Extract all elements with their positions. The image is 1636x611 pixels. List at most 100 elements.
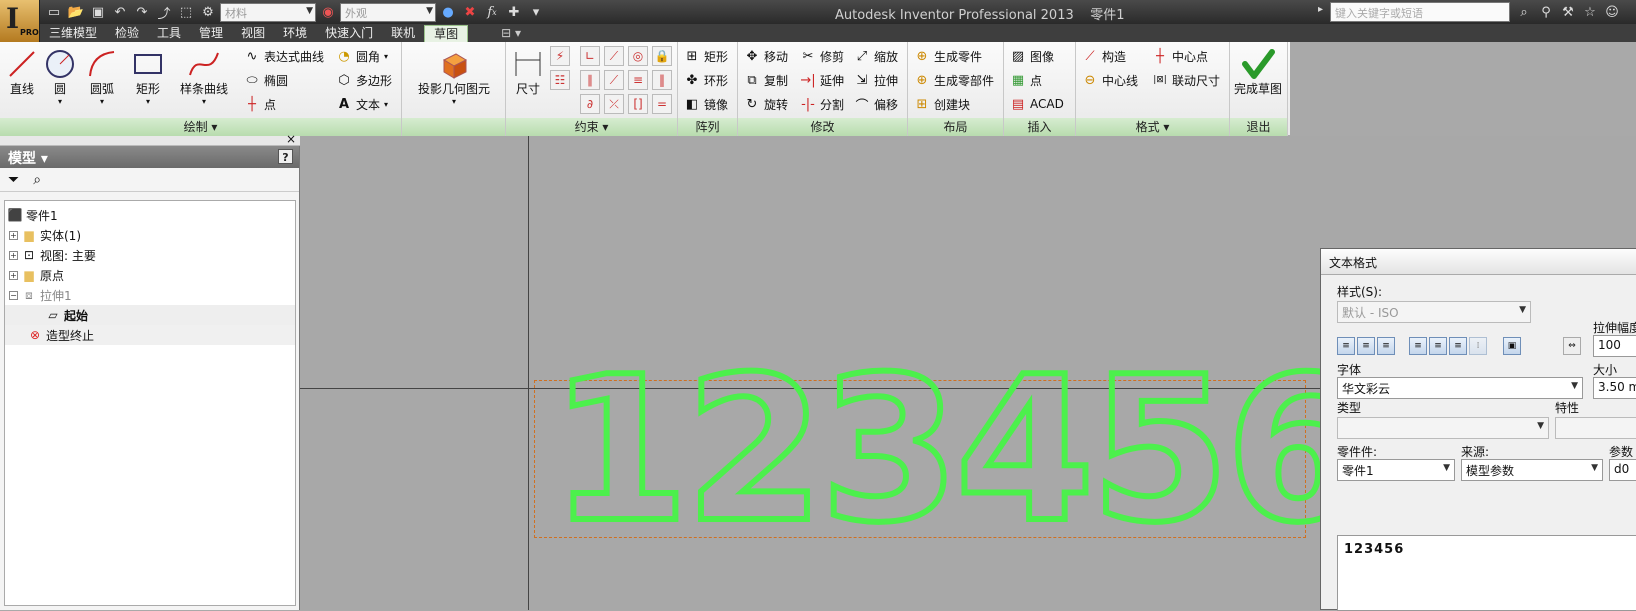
tab-tools[interactable]: 工具 xyxy=(148,25,190,42)
sketch-text-outline[interactable]: 123456 xyxy=(547,343,1368,559)
smooth-icon[interactable]: ∂ xyxy=(580,94,600,114)
rotate-button[interactable]: ↻ 旋转 xyxy=(744,94,788,114)
split-button[interactable]: -|- 分割 xyxy=(800,94,844,114)
expand-icon[interactable]: + xyxy=(9,230,18,240)
finish-sketch-button[interactable]: 完成草图 xyxy=(1234,48,1282,97)
binoculars-icon[interactable]: ⌕ xyxy=(1514,2,1534,22)
circle-button[interactable]: 圆 ▾ xyxy=(42,48,78,106)
make-part-button[interactable]: ⊕ 生成零件 xyxy=(914,46,982,66)
tree-node-view[interactable]: + ⊡ 视图: 主要 xyxy=(9,245,96,265)
insert-image-button[interactable]: ▨ 图像 xyxy=(1010,46,1054,66)
find-icon[interactable]: ⌕ xyxy=(33,172,41,188)
auto-dimension-icon[interactable]: ⚡ xyxy=(550,46,570,66)
line-button[interactable]: 直线 xyxy=(4,48,40,97)
offset-button[interactable]: ⌒ 偏移 xyxy=(854,94,898,114)
tab-manage[interactable]: 管理 xyxy=(190,25,232,42)
rectangle-button[interactable]: 矩形 ▾ xyxy=(130,48,166,106)
arc-button[interactable]: 圆弧 ▾ xyxy=(84,48,120,106)
appearance-icon[interactable]: ◉ xyxy=(318,2,338,22)
return-icon[interactable]: ⤴ xyxy=(154,2,174,22)
close-icon[interactable]: × xyxy=(286,132,296,146)
tangent-icon[interactable]: ⟋ xyxy=(604,70,624,90)
centerline-button[interactable]: ⊖ 中心线 xyxy=(1082,70,1138,90)
tree-node-sketch[interactable]: ▱ 起始 xyxy=(5,305,295,325)
perpendicular-icon[interactable]: ∟ xyxy=(580,46,600,66)
equal-icon[interactable]: = xyxy=(652,94,672,114)
fit-text-button[interactable]: ▣ xyxy=(1503,337,1521,355)
align-middle-button[interactable]: ≡ xyxy=(1429,337,1447,355)
text-button[interactable]: A 文本 ▾ xyxy=(336,94,388,114)
tab-inspect[interactable]: 检验 xyxy=(106,25,148,42)
coincident-icon[interactable]: ⟋ xyxy=(604,46,624,66)
size-input[interactable]: 3.50 mm xyxy=(1593,377,1636,399)
tab-3d-model[interactable]: 三维模型 xyxy=(40,25,106,42)
tab-environments[interactable]: 环境 xyxy=(274,25,316,42)
insert-points-button[interactable]: ▦ 点 xyxy=(1010,70,1042,90)
tree-node-extrusion[interactable]: − ⧈ 拉伸1 xyxy=(9,285,72,305)
star-icon[interactable]: ☆ xyxy=(1580,2,1600,22)
trim-button[interactable]: ✂ 修剪 xyxy=(800,46,844,66)
update-icon[interactable]: ⚙ xyxy=(198,2,218,22)
tree-node-part[interactable]: ⬛ 零件1 xyxy=(7,205,58,225)
undo-icon[interactable]: ↶ xyxy=(110,2,130,22)
spline-button[interactable]: 样条曲线 ▾ xyxy=(180,48,228,106)
help-icon[interactable]: ? xyxy=(278,149,293,164)
tab-sketch[interactable]: 草图 xyxy=(424,25,469,42)
move-button[interactable]: ✥ 移动 xyxy=(744,46,788,66)
align-center-button[interactable]: ≡ xyxy=(1357,337,1375,355)
parameter-select[interactable]: d0 xyxy=(1609,459,1636,481)
search-icon[interactable]: ⚲ xyxy=(1536,2,1556,22)
tree-node-solid-bodies[interactable]: + ▆ 实体(1) xyxy=(9,225,81,245)
constrain-panel-label[interactable]: 约束 ▾ xyxy=(506,118,677,136)
fix-icon[interactable]: 🔒 xyxy=(652,46,672,66)
copy-button[interactable]: ⧉ 复制 xyxy=(744,70,788,90)
center-point-button[interactable]: ┼ 中心点 xyxy=(1152,46,1208,66)
constraint-settings-icon[interactable]: ☷ xyxy=(550,70,570,90)
horizontal-icon[interactable]: ≡ xyxy=(628,70,648,90)
wrench-icon[interactable]: ⚒ xyxy=(1558,2,1578,22)
scale-button[interactable]: ⤢ 缩放 xyxy=(854,46,898,66)
tab-online[interactable]: 联机 xyxy=(382,25,424,42)
align-right-button[interactable]: ≡ xyxy=(1377,337,1395,355)
material-combo[interactable]: 材料 ▼ xyxy=(220,2,316,22)
redo-icon[interactable]: ↷ xyxy=(132,2,152,22)
driven-dimension-button[interactable]: |⊠| 联动尺寸 xyxy=(1152,70,1220,90)
collapse-icon[interactable]: − xyxy=(9,290,18,300)
save-icon[interactable]: ▣ xyxy=(88,2,108,22)
create-block-button[interactable]: ⊞ 创建块 xyxy=(914,94,970,114)
expand-icon[interactable]: + xyxy=(9,250,18,260)
browser-header[interactable]: 模型 ▾? xyxy=(0,146,299,168)
dimension-button[interactable]: 尺寸 xyxy=(510,48,546,97)
plus-icon[interactable]: ✚ xyxy=(504,2,524,22)
fx-icon[interactable]: fx xyxy=(482,2,502,22)
tree-node-end-of-part[interactable]: ⊗ 造型终止 xyxy=(5,325,295,345)
draw-panel-label[interactable]: 绘制 ▾ xyxy=(0,118,401,136)
tab-view[interactable]: 视图 xyxy=(232,25,274,42)
mirror-button[interactable]: ◧ 镜像 xyxy=(684,94,728,114)
parallel-icon[interactable]: ∥ xyxy=(580,70,600,90)
help-search-input[interactable]: 键入关键字或短语 xyxy=(1330,2,1510,22)
part-select[interactable]: 零件1 ▼ xyxy=(1337,459,1455,481)
align-top-button[interactable]: ≡ xyxy=(1409,337,1427,355)
appearance-combo[interactable]: 外观 ▼ xyxy=(340,2,436,22)
expression-curve-button[interactable]: ∿ 表达式曲线 xyxy=(244,46,324,66)
circular-pattern-button[interactable]: ✤ 环形 xyxy=(684,70,728,90)
project-geometry-button[interactable]: 投影几何图元 ▾ xyxy=(418,48,490,106)
select-icon[interactable]: ⬚ xyxy=(176,2,196,22)
tab-get-started[interactable]: 快速入门 xyxy=(316,25,382,42)
format-panel-label[interactable]: 格式 ▾ xyxy=(1076,118,1229,136)
collinear-icon[interactable]: ⤫ xyxy=(604,94,624,114)
tree-node-origin[interactable]: + ▆ 原点 xyxy=(9,265,64,285)
filter-icon[interactable]: ⏷ xyxy=(8,172,19,188)
clear-icon[interactable]: ✖ xyxy=(460,2,480,22)
customize-icon[interactable]: ▾ xyxy=(526,2,546,22)
rotate-text-button[interactable]: ⇔ xyxy=(1563,337,1581,355)
app-menu-logo[interactable]: I PRO xyxy=(0,0,40,42)
rectangular-pattern-button[interactable]: ⊞ 矩形 xyxy=(684,46,728,66)
make-components-button[interactable]: ⊕ 生成零部件 xyxy=(914,70,994,90)
vertical-icon[interactable]: ‖ xyxy=(652,70,672,90)
font-select[interactable]: 华文彩云 ▼ xyxy=(1337,377,1583,399)
construction-button[interactable]: ⟋ 构造 xyxy=(1082,46,1126,66)
align-bottom-button[interactable]: ≡ xyxy=(1449,337,1467,355)
ellipse-button[interactable]: ⬭ 椭圆 xyxy=(244,70,288,90)
